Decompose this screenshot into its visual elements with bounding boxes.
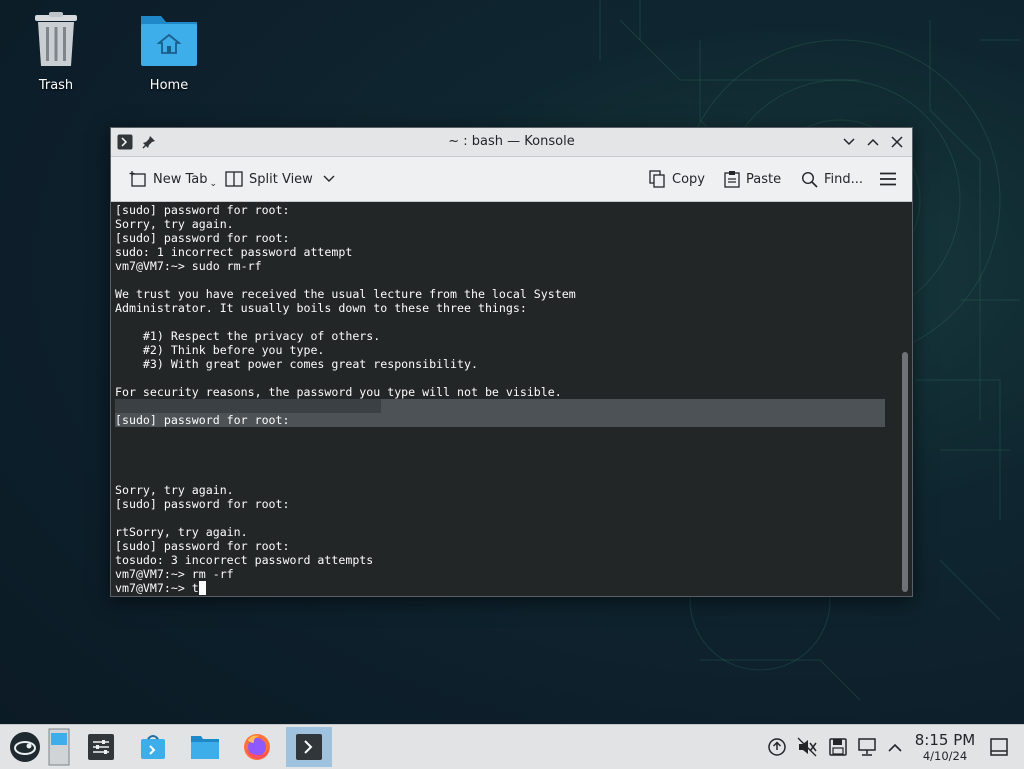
discover-store-icon xyxy=(141,735,165,759)
hamburger-menu-icon xyxy=(880,172,896,186)
terminal-area[interactable]: [sudo] password for root: Sorry, try aga… xyxy=(111,202,912,596)
konsole-toolbar: New Tab ⌄ Split View Copy Paste Find... xyxy=(111,157,912,202)
digital-clock[interactable]: 8:15 PM 4/10/24 xyxy=(906,731,984,763)
show-desktop-icon xyxy=(990,738,1008,756)
konsole-window: ~ : bash — Konsole New Tab ⌄ Split View … xyxy=(110,127,913,597)
chevron-up-icon xyxy=(888,743,902,752)
paste-label: Paste xyxy=(746,171,782,187)
terminal-scrollbar[interactable] xyxy=(902,352,908,592)
desktop-icon-label: Trash xyxy=(38,78,74,93)
copy-button[interactable]: Copy xyxy=(649,168,705,190)
hamburger-menu-button[interactable] xyxy=(879,168,903,190)
new-tab-label: New Tab xyxy=(153,171,208,187)
new-tab-icon xyxy=(129,171,146,187)
window-titlebar[interactable]: ~ : bash — Konsole xyxy=(111,128,912,157)
taskbar-file-manager[interactable] xyxy=(182,727,228,767)
taskbar-firefox[interactable] xyxy=(234,727,280,767)
home-folder-icon xyxy=(139,12,199,72)
find-label: Find... xyxy=(824,171,864,187)
tray-updates[interactable] xyxy=(767,737,787,757)
taskbar-system-settings[interactable] xyxy=(78,727,124,767)
application-launcher-icon xyxy=(10,732,40,762)
tray-network[interactable] xyxy=(857,737,877,757)
desktop-pager-icon xyxy=(48,728,70,766)
minimize-button[interactable] xyxy=(841,134,857,150)
chevron-down-icon: ⌄ xyxy=(209,179,218,189)
find-button[interactable]: Find... xyxy=(801,168,863,190)
copy-label: Copy xyxy=(672,171,705,187)
tray-storage[interactable] xyxy=(828,737,848,757)
desktop-icon-trash[interactable]: Trash xyxy=(11,12,101,93)
clock-time: 8:15 PM xyxy=(914,731,976,749)
system-settings-icon xyxy=(88,734,114,760)
show-desktop-button[interactable] xyxy=(989,737,1009,757)
text-cursor xyxy=(199,581,206,595)
paste-icon xyxy=(724,171,740,188)
terminal-output: [sudo] password for root: Sorry, try aga… xyxy=(115,203,576,595)
split-view-label: Split View xyxy=(249,171,313,187)
maximize-button[interactable] xyxy=(865,134,881,150)
firefox-icon xyxy=(244,734,270,760)
taskbar-discover[interactable] xyxy=(130,727,176,767)
new-tab-button[interactable]: New Tab ⌄ xyxy=(129,168,217,190)
split-view-button[interactable]: Split View xyxy=(225,168,341,190)
desktop-icon-label: Home xyxy=(149,78,189,93)
search-icon xyxy=(801,171,818,188)
split-view-icon xyxy=(225,171,243,187)
konsole-icon xyxy=(296,734,322,760)
update-notifier-icon xyxy=(768,738,786,756)
save-disk-icon xyxy=(829,738,847,756)
desktop-pager[interactable] xyxy=(44,727,74,767)
clock-date: 4/10/24 xyxy=(922,749,968,763)
desktop-icon-home[interactable]: Home xyxy=(124,12,214,93)
tray-volume[interactable] xyxy=(797,737,817,757)
volume-muted-icon xyxy=(797,737,817,757)
taskbar-konsole[interactable] xyxy=(286,727,332,767)
close-button[interactable] xyxy=(889,134,905,150)
chevron-down-icon xyxy=(323,175,335,182)
copy-icon xyxy=(649,170,665,188)
tray-expand[interactable] xyxy=(885,737,905,757)
trash-icon xyxy=(32,12,80,72)
network-wired-icon xyxy=(858,738,876,756)
application-launcher-button[interactable] xyxy=(2,727,48,767)
window-title: ~ : bash — Konsole xyxy=(448,134,575,149)
taskbar: 8:15 PM 4/10/24 xyxy=(0,724,1024,769)
paste-button[interactable]: Paste xyxy=(724,168,781,190)
dolphin-file-manager-icon xyxy=(191,736,219,759)
